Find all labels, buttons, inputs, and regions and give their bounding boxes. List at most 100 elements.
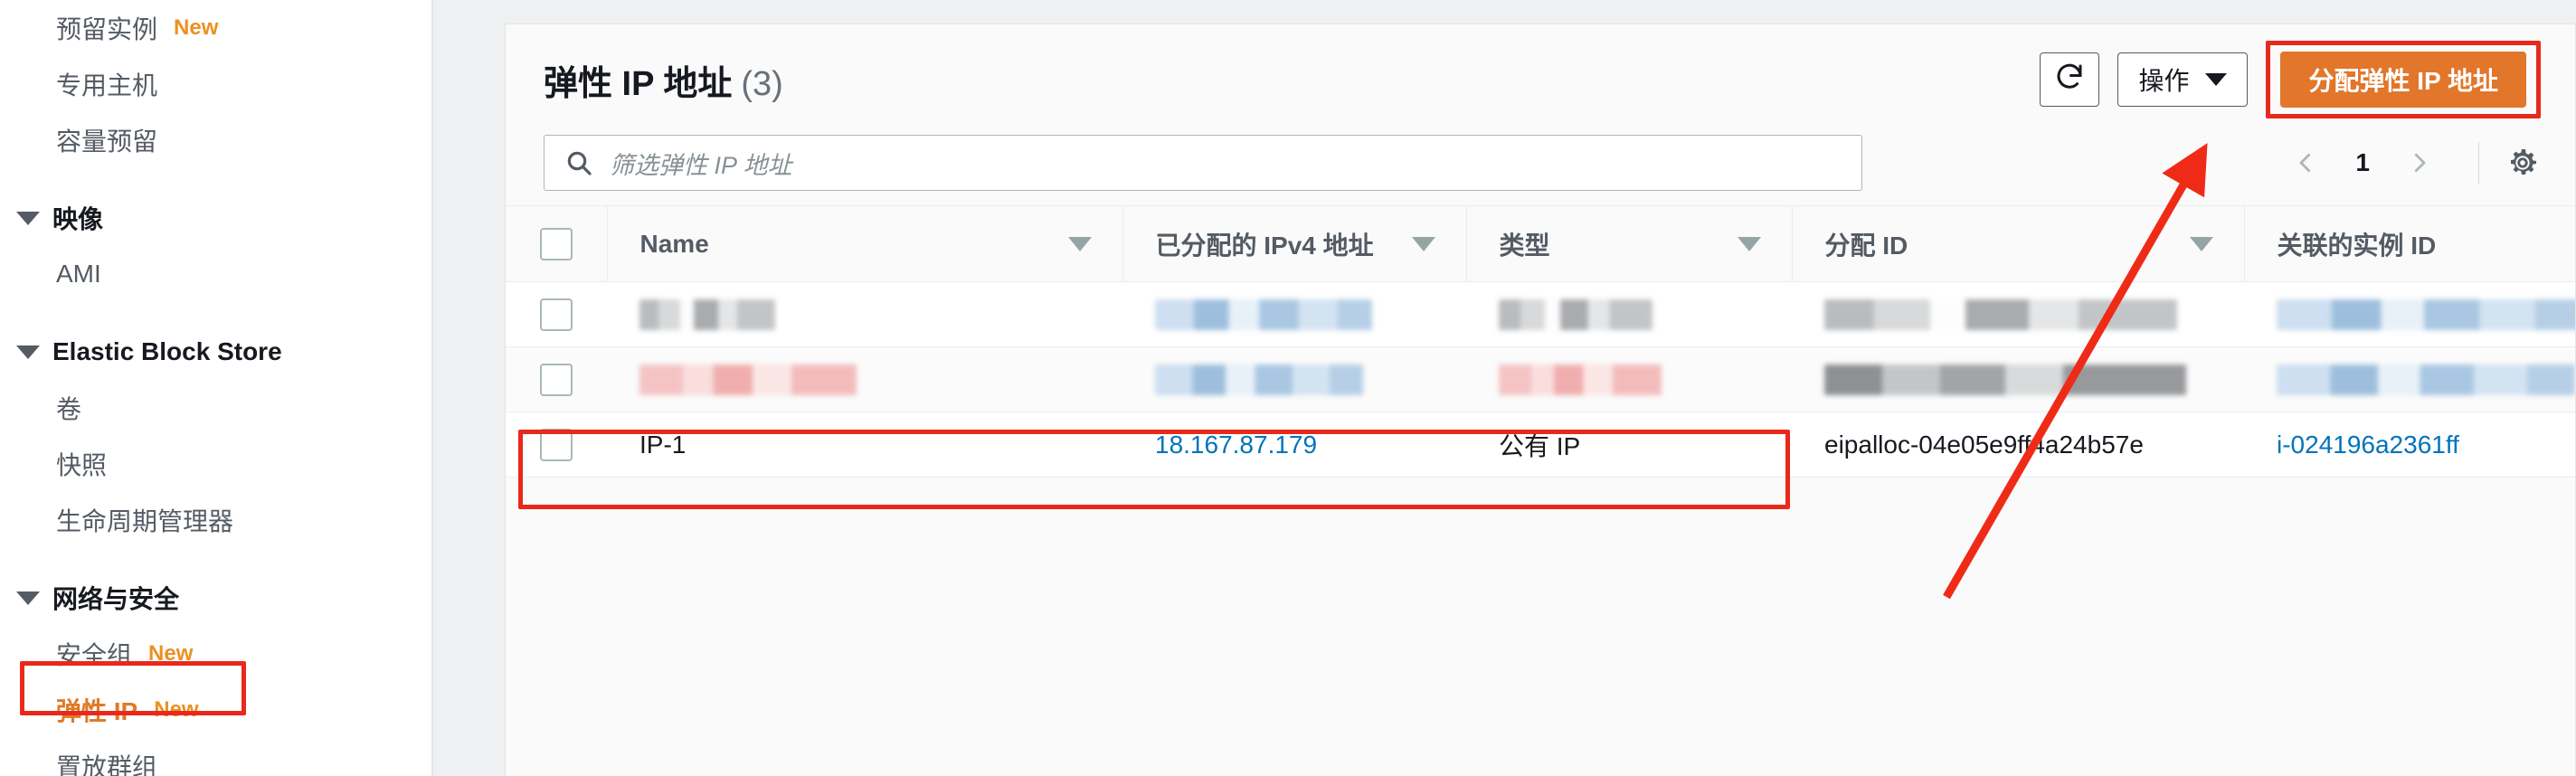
sidebar-item-volumes[interactable]: 卷 xyxy=(0,380,431,436)
search-input[interactable]: 筛选弹性 IP 地址 xyxy=(610,146,792,181)
new-badge: New xyxy=(154,697,199,722)
page-title-count: (3) xyxy=(741,64,783,103)
row-select-cell xyxy=(506,347,607,412)
sidebar-item-label: 卷 xyxy=(56,395,82,423)
elastic-ip-panel: 弹性 IP 地址 (3) 操作 分配弹性 IP 地址 筛选弹性 IP 地址 1 … xyxy=(505,24,2576,776)
search-input-wrapper[interactable]: 筛选弹性 IP 地址 xyxy=(544,135,1862,191)
sidebar-item-label: 预留实例 xyxy=(56,15,158,43)
select-all-checkbox[interactable] xyxy=(540,227,573,260)
sidebar-item-elastic-ips[interactable]: 弹性 IP New xyxy=(0,682,431,738)
sidebar-item-label: AMI xyxy=(56,260,101,288)
cell-associated-instance-id xyxy=(2244,347,2575,412)
sidebar-item-security-groups[interactable]: 安全组 New xyxy=(0,626,431,682)
column-header-allocation-id[interactable]: 分配 ID xyxy=(1791,205,2244,282)
sort-caret-icon xyxy=(1411,236,1435,251)
column-label: 关联的实例 ID xyxy=(2277,231,2437,260)
sidebar-nav: 预留实例 New 专用主机 容量预留 映像 AMI Elastic Block … xyxy=(0,0,433,776)
divider xyxy=(2478,142,2479,184)
sort-caret-icon xyxy=(1067,236,1092,251)
sidebar-item-label: 弹性 IP xyxy=(56,697,138,725)
cell-allocated-ipv4[interactable]: 18.167.87.179 xyxy=(1122,412,1466,478)
redacted-content xyxy=(1155,364,1363,395)
cell-associated-instance-id[interactable]: i-024196a2361ff xyxy=(2244,412,2575,478)
column-header-associated-instance-id[interactable]: 关联的实例 ID xyxy=(2243,205,2575,282)
table-header-row: Name 已分配的 IPv4 地址 类型 分配 ID 关联的实例 ID xyxy=(506,205,2575,282)
sidebar-group-elastic-block-store[interactable]: Elastic Block Store xyxy=(0,324,431,380)
cell-type: 公有 IP xyxy=(1499,431,1581,460)
sidebar-item-placement-groups[interactable]: 置放群组 xyxy=(0,738,431,776)
sort-caret-icon xyxy=(1737,236,1761,251)
cell-allocated-ipv4 xyxy=(1122,282,1466,347)
allocate-button-wrap: 分配弹性 IP 地址 xyxy=(2266,41,2541,118)
refresh-button[interactable] xyxy=(2040,52,2100,107)
table-row[interactable]: IP-1 18.167.87.179 公有 IP eipalloc-04e05e… xyxy=(506,412,2575,478)
column-label: 分配 ID xyxy=(1824,231,1908,260)
sidebar-item-label: 生命周期管理器 xyxy=(56,507,234,535)
settings-gear-button[interactable] xyxy=(2505,145,2541,181)
sidebar-item-lifecycle-manager[interactable]: 生命周期管理器 xyxy=(0,492,431,548)
allocate-elastic-ip-button[interactable]: 分配弹性 IP 地址 xyxy=(2280,52,2526,108)
cell-allocation-id: eipalloc-04e05e9ff4a24b57e xyxy=(1824,430,2144,459)
redacted-content xyxy=(1499,298,1653,330)
sidebar-item-label: 安全组 xyxy=(56,641,133,669)
pagination: 1 xyxy=(2272,135,2541,191)
column-header-name[interactable]: Name xyxy=(606,205,1122,282)
redacted-content xyxy=(1824,298,2177,330)
redacted-content xyxy=(2277,298,2575,330)
chevron-down-icon xyxy=(16,591,40,605)
cell-type xyxy=(1466,347,1792,412)
column-header-allocated-ipv4[interactable]: 已分配的 IPv4 地址 xyxy=(1122,205,1466,282)
column-header-type[interactable]: 类型 xyxy=(1465,205,1792,282)
sidebar-group-label: 网络与安全 xyxy=(52,585,180,613)
redacted-content xyxy=(639,298,775,330)
row-checkbox[interactable] xyxy=(540,428,573,461)
prev-page-button[interactable] xyxy=(2272,147,2339,178)
cell-type xyxy=(1466,282,1792,347)
row-checkbox[interactable] xyxy=(540,298,573,331)
sidebar-item-capacity-reservations[interactable]: 容量预留 xyxy=(0,112,431,168)
cell-name: IP-1 xyxy=(639,430,687,459)
column-select-all xyxy=(506,206,607,282)
column-label: 已分配的 IPv4 地址 xyxy=(1155,231,1374,260)
column-label: Name xyxy=(639,229,709,258)
refresh-icon xyxy=(2053,61,2086,99)
cell-allocated-ipv4 xyxy=(1122,347,1466,412)
redacted-content xyxy=(1824,364,2186,395)
table-row[interactable] xyxy=(506,281,2575,347)
screen: 预留实例 New 专用主机 容量预留 映像 AMI Elastic Block … xyxy=(0,0,2576,776)
sort-caret-icon xyxy=(2189,236,2213,251)
sidebar-group-label: 映像 xyxy=(52,205,104,233)
header-actions: 操作 分配弹性 IP 地址 xyxy=(2040,41,2541,118)
redacted-content xyxy=(1499,364,1662,395)
sidebar-group-images[interactable]: 映像 xyxy=(0,190,431,246)
redacted-content xyxy=(1155,298,1372,330)
redacted-content xyxy=(639,364,857,395)
cell-associated-instance-id xyxy=(2244,282,2575,347)
chevron-down-icon xyxy=(2205,73,2228,86)
sidebar-item-ami[interactable]: AMI xyxy=(0,246,431,302)
panel-header: 弹性 IP 地址 (3) 操作 分配弹性 IP 地址 xyxy=(506,24,2575,135)
column-label: 类型 xyxy=(1499,231,1550,260)
sidebar-item-label: 置放群组 xyxy=(56,753,158,776)
sidebar-item-label: 快照 xyxy=(56,451,108,479)
new-badge: New xyxy=(148,641,194,666)
cell-allocation-id xyxy=(1792,282,2244,347)
page-title: 弹性 IP 地址 (3) xyxy=(544,55,783,105)
cell-name xyxy=(607,282,1122,347)
row-select-cell xyxy=(506,282,607,347)
elastic-ip-table: Name 已分配的 IPv4 地址 类型 分配 ID 关联的实例 ID IP-1… xyxy=(506,205,2575,478)
cell-name xyxy=(607,347,1122,412)
actions-dropdown-button[interactable]: 操作 xyxy=(2117,52,2249,107)
sidebar-item-label: 容量预留 xyxy=(56,128,158,156)
row-checkbox[interactable] xyxy=(540,363,573,396)
sidebar-group-network-and-security[interactable]: 网络与安全 xyxy=(0,570,431,626)
actions-dropdown-label: 操作 xyxy=(2138,67,2190,95)
table-row[interactable] xyxy=(506,346,2575,412)
sidebar-item-snapshots[interactable]: 快照 xyxy=(0,436,431,492)
next-page-button[interactable] xyxy=(2386,147,2453,178)
sidebar-item-dedicated-hosts[interactable]: 专用主机 xyxy=(0,56,431,112)
sidebar-item-label: 专用主机 xyxy=(56,71,158,99)
sidebar-group-label: Elastic Block Store xyxy=(52,337,282,365)
sidebar-item-reserved-instances[interactable]: 预留实例 New xyxy=(0,0,431,56)
